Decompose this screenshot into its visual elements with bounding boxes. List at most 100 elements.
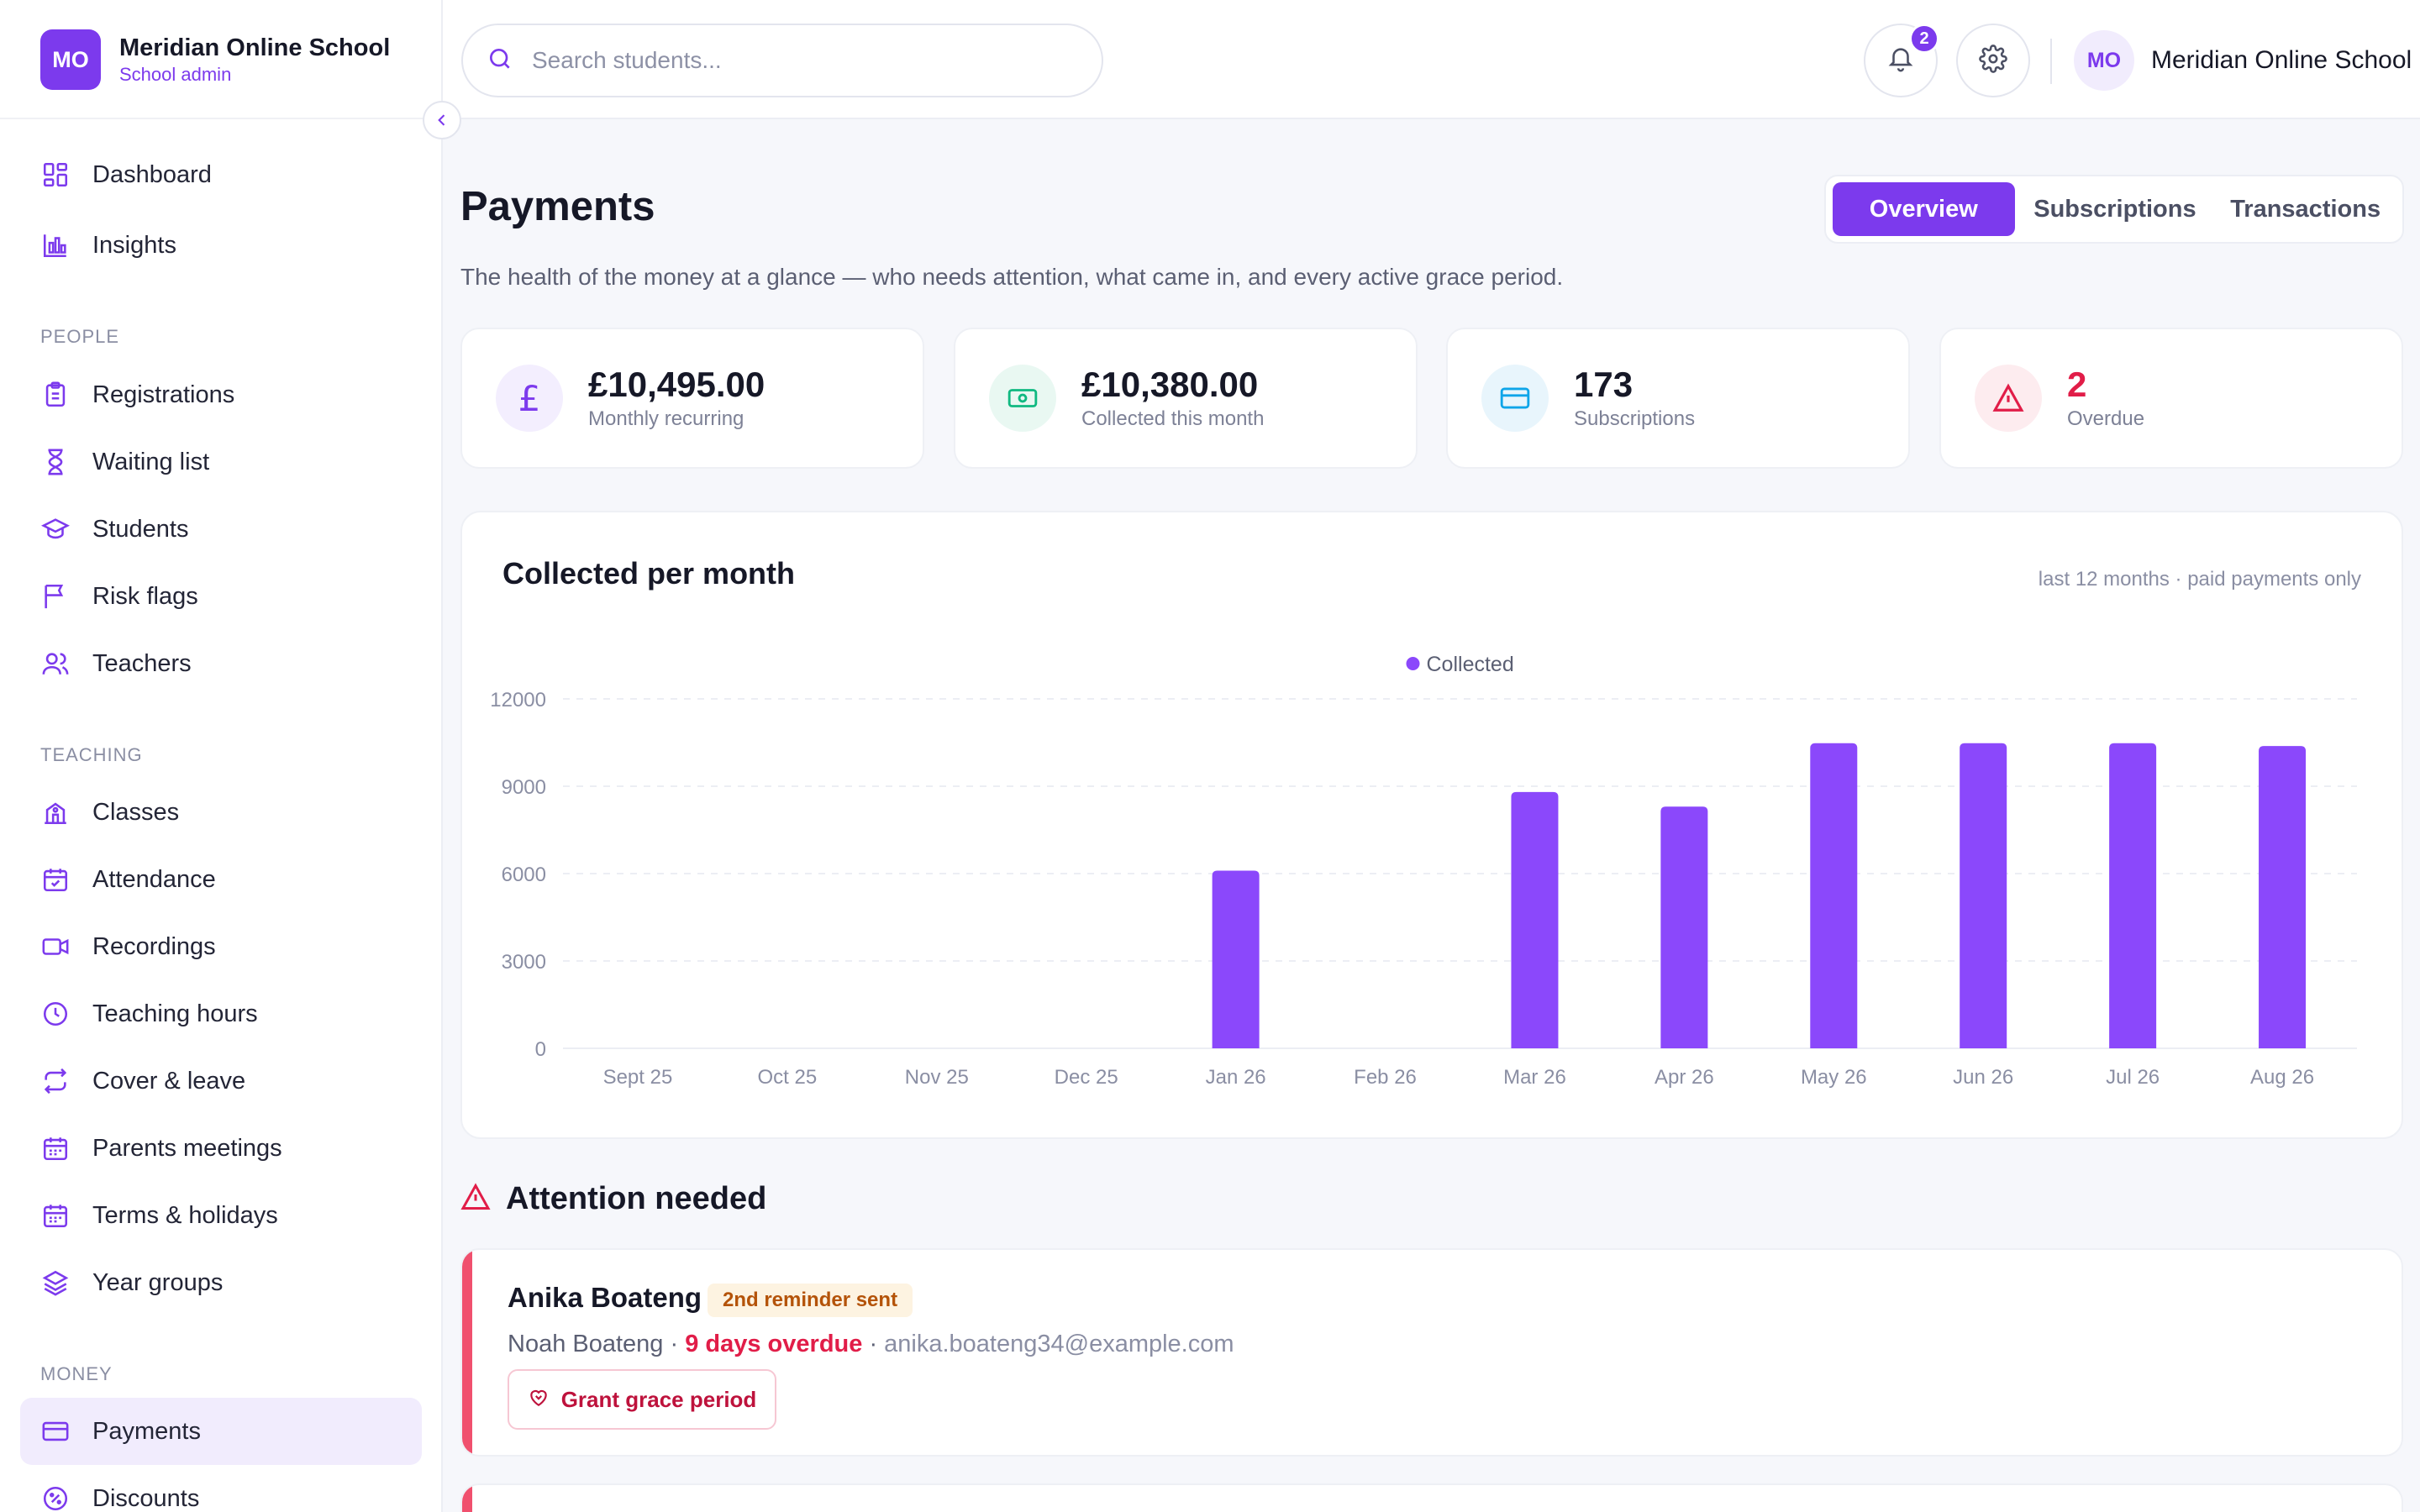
x-tick-label: Nov 25 (905, 1066, 969, 1089)
brand-avatar: MO (40, 29, 101, 90)
notifications-button[interactable]: 2 (1864, 24, 1939, 97)
x-tick-label: Dec 25 (1055, 1066, 1118, 1089)
sidebar-item-waiting-list[interactable]: Waiting list (20, 428, 422, 496)
settings-button[interactable] (1956, 24, 2030, 97)
topbar: 2 MO Meridian Online School (443, 0, 2420, 119)
hourglass-icon (40, 447, 71, 477)
sidebar-item-label: Discounts (92, 1484, 200, 1512)
collapse-sidebar-button[interactable] (423, 101, 461, 139)
x-tick-label: Apr 26 (1655, 1066, 1714, 1089)
overdue-label: 9 days overdue (685, 1331, 863, 1357)
sidebar-item-label: Classes (92, 798, 180, 826)
section-title-people: PEOPLE (40, 326, 120, 347)
kpi-value: £10,380.00 (1081, 365, 1259, 404)
chart-bar (1212, 870, 1260, 1048)
attention-item (460, 1483, 2403, 1512)
sidebar-item-label: Teaching hours (92, 1000, 258, 1027)
sidebar-item-payments[interactable]: Payments (20, 1398, 422, 1465)
sidebar-item-teachers[interactable]: Teachers (20, 630, 422, 697)
sidebar-item-label: Registrations (92, 381, 235, 408)
sidebar-item-insights[interactable]: Insights (20, 212, 422, 279)
chevron-left-icon (438, 114, 445, 126)
sidebar-item-recordings[interactable]: Recordings (20, 913, 422, 980)
bar-chart-icon (40, 230, 71, 260)
notification-count-badge: 2 (1909, 24, 1939, 54)
y-tick-label: 12000 (490, 689, 546, 711)
credit-card-icon (40, 1416, 71, 1446)
pound-icon: £ (496, 365, 563, 432)
swap-icon (40, 1066, 71, 1096)
sidebar-item-discounts[interactable]: Discounts (20, 1465, 422, 1512)
x-tick-label: Sept 25 (603, 1066, 673, 1089)
kpi-value: £10,495.00 (588, 365, 765, 404)
sidebar-item-classes[interactable]: Classes (20, 779, 422, 846)
warning-icon (1975, 365, 2042, 432)
y-tick-label: 6000 (502, 864, 546, 886)
attention-header: Attention needed (460, 1181, 766, 1217)
warning-icon (460, 1182, 491, 1216)
discount-icon (40, 1483, 71, 1512)
brand-role: School admin (119, 64, 232, 85)
tab-transactions[interactable]: Transactions (2215, 182, 2396, 236)
sidebar-item-cover-leave[interactable]: Cover & leave (20, 1047, 422, 1115)
dashboard-icon (40, 160, 71, 190)
grant-grace-period-button[interactable]: Grant grace period (508, 1369, 776, 1430)
x-tick-label: Jan 26 (1206, 1066, 1266, 1089)
sidebar-item-teaching-hours[interactable]: Teaching hours (20, 980, 422, 1047)
sidebar-item-year-groups[interactable]: Year groups (20, 1249, 422, 1316)
sidebar-item-risk-flags[interactable]: Risk flags (20, 563, 422, 630)
sidebar-item-label: Waiting list (92, 448, 210, 475)
sidebar-item-label: Recordings (92, 932, 216, 960)
x-tick-label: Jun 26 (1953, 1066, 2013, 1089)
y-tick-label: 9000 (502, 776, 546, 799)
sidebar-item-label: Dashboard (92, 160, 212, 188)
kpi-card-overdue: 2 Overdue (1939, 328, 2403, 469)
sidebar-item-label: Terms & holidays (92, 1201, 278, 1229)
search-input[interactable] (532, 47, 1070, 74)
parent-email: anika.boateng34@example.com (884, 1331, 1234, 1357)
sidebar-item-dashboard[interactable]: Dashboard (20, 141, 422, 208)
sidebar-item-terms-holidays[interactable]: Terms & holidays (20, 1182, 422, 1249)
kpi-card-collected: £10,380.00 Collected this month (954, 328, 1418, 469)
chart-bar (1511, 791, 1559, 1048)
sidebar-item-parents-meetings[interactable]: Parents meetings (20, 1115, 422, 1182)
sidebar-item-label: Parents meetings (92, 1134, 282, 1162)
sidebar-item-students[interactable]: Students (20, 496, 422, 563)
sidebar-item-attendance[interactable]: Attendance (20, 846, 422, 913)
credit-card-icon (1481, 365, 1549, 432)
chart-bar (1960, 743, 2007, 1048)
alert-meta: Noah Boateng · 9 days overdue · anika.bo… (508, 1331, 1234, 1358)
sidebar-item-registrations[interactable]: Registrations (20, 361, 422, 428)
y-tick-label: 3000 (502, 951, 546, 974)
status-badge: 2nd reminder sent (708, 1284, 913, 1317)
alert-severity-bar (462, 1250, 472, 1455)
x-tick-label: Feb 26 (1354, 1066, 1417, 1089)
flag-icon (40, 581, 71, 612)
topbar-divider (2050, 39, 2052, 84)
sidebar-item-label: Payments (92, 1417, 201, 1445)
calendar-check-icon (40, 864, 71, 895)
x-tick-label: Oct 25 (758, 1066, 818, 1089)
gear-icon (1979, 44, 2007, 77)
chart-bar (2259, 746, 2307, 1048)
search-box[interactable] (461, 24, 1103, 97)
sidebar-item-label: Year groups (92, 1268, 224, 1296)
brand[interactable]: MO Meridian Online School School admin (40, 29, 390, 90)
kpi-card-monthly-recurring: £ £10,495.00 Monthly recurring (460, 328, 924, 469)
tab-subscriptions[interactable]: Subscriptions (2015, 182, 2216, 236)
chart-bar (1660, 806, 1708, 1048)
clipboard-icon (40, 380, 71, 410)
bell-icon (1886, 45, 1915, 77)
chart-bar (1810, 743, 1858, 1048)
layers-icon (40, 1268, 71, 1298)
calendar-icon (40, 1200, 71, 1231)
tab-overview[interactable]: Overview (1833, 182, 2015, 236)
clock-icon (40, 999, 71, 1029)
user-menu[interactable]: MO Meridian Online School (2074, 30, 2412, 91)
attention-title: Attention needed (506, 1181, 767, 1216)
bar-chart: Collected 0 3000 6000 9000 12000 Sept 25 Oct 25… (490, 653, 2357, 1089)
kpi-label: Overdue (2067, 407, 2145, 430)
sidebar-item-label: Cover & leave (92, 1067, 246, 1095)
search-icon (487, 45, 513, 76)
chart-card: Collected per month last 12 months · pai… (460, 511, 2403, 1139)
